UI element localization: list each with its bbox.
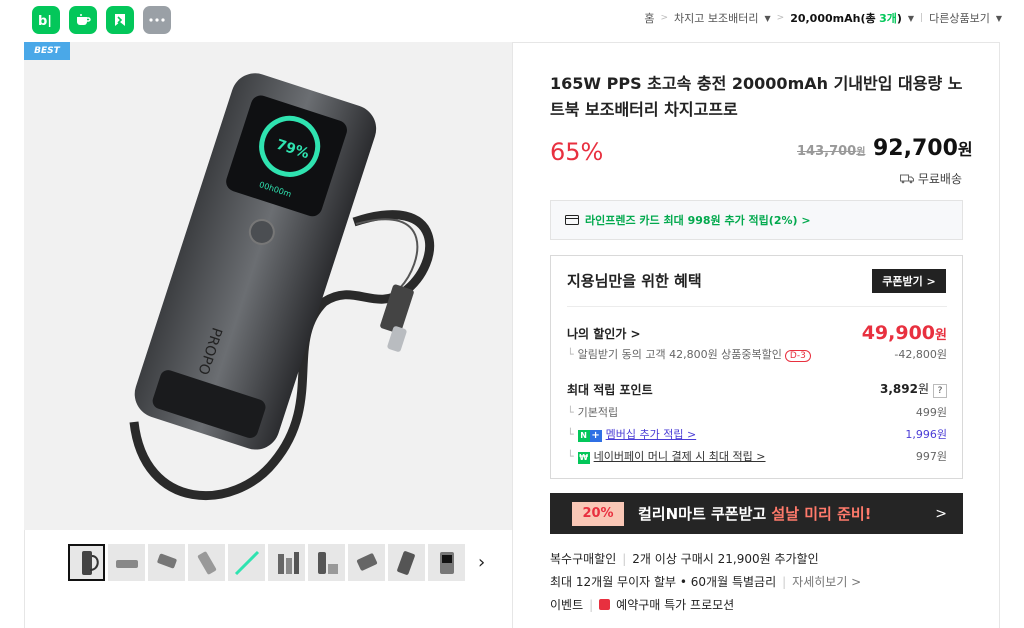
discount-rate: 65% [550, 138, 604, 166]
naver-pay-icon: ₩ [577, 452, 590, 464]
banner-percent: 20% [572, 501, 624, 526]
npay-points-row: └ ₩ 네이버페이 머니 결제 시 최대 적립 > 997원 [567, 450, 947, 464]
product-title: 165W PPS 초고속 충전 20000mAh 기내반입 대용량 노트북 보조… [550, 74, 963, 119]
plus-icon: + [589, 430, 602, 442]
multi-purchase-row: 복수구매할인 | 2개 이상 구매시 21,900원 추가할인 [550, 551, 819, 567]
membership-link[interactable]: 멤버십 추가 적립 > [606, 428, 697, 441]
gift-icon [599, 599, 611, 610]
thumbnail-6[interactable] [268, 544, 305, 581]
thumbnail-4[interactable] [188, 544, 225, 581]
breadcrumb-category[interactable]: 차지고 보조배터리 [674, 10, 758, 26]
credit-card-icon [565, 215, 579, 225]
shipping-info: 무료배송 [899, 170, 962, 187]
membership-points-row: └ N + 멤버십 추가 적립 > 1,996원 [567, 428, 947, 442]
bookmark-app-icon[interactable] [106, 6, 134, 34]
details-link[interactable]: 자세히보기 > [792, 573, 861, 590]
cafe-app-icon[interactable] [69, 6, 97, 34]
divider: | [920, 13, 924, 23]
help-icon[interactable]: ? [933, 384, 947, 398]
thumbnail-10[interactable] [428, 544, 465, 581]
get-coupon-button[interactable]: 쿠폰받기 > [872, 269, 946, 293]
promo-banner[interactable]: 20% 컬리N마트 쿠폰받고 설날 미리 준비! > [550, 493, 963, 534]
original-price: 143,700원 [797, 144, 866, 159]
caret-down-icon[interactable]: ▼ [764, 14, 770, 23]
thumbnail-3[interactable] [148, 544, 185, 581]
event-row: 이벤트 | 예약구매 특가 프로모션 [550, 597, 735, 613]
product-main-image[interactable]: 79% 00h00m PROPO [24, 42, 512, 530]
chevron-right-icon: > [935, 505, 947, 522]
my-price-label[interactable]: 나의 할인가 > [567, 325, 641, 342]
d-day-badge: D-3 [784, 350, 811, 362]
card-promo[interactable]: 라인프렌즈 카드 최대 998원 추가 적립(2%) > [550, 200, 963, 240]
basic-points-row: └ 기본적립 499원 [567, 406, 947, 419]
alarm-discount-row: └ 알림받기 동의 고객 42,800원 상품중복할인 D-3 -42,800원 [567, 348, 947, 362]
banner-text: 컬리N마트 쿠폰받고 설날 미리 준비! [638, 505, 872, 523]
thumbnail-2[interactable] [108, 544, 145, 581]
chevron-right-icon: > [776, 13, 785, 23]
caret-down-icon[interactable]: ▼ [908, 14, 914, 23]
divider [567, 306, 947, 307]
svg-text:b|: b| [38, 14, 52, 27]
points-row: 최대 적립 포인트 3,892원? [567, 380, 947, 398]
chevron-right-icon[interactable]: › [478, 552, 485, 573]
breadcrumb-capacity[interactable]: 20,000mAh(총 3개) [790, 10, 902, 26]
breadcrumb-other-products[interactable]: 다른상품보기 [929, 10, 990, 26]
best-badge: BEST [24, 42, 70, 60]
installment-row: 최대 12개월 무이자 할부 • 60개월 특별금리 | 자세히보기 > [550, 573, 862, 590]
my-price: 49,900원 [861, 322, 947, 344]
chevron-right-icon: > [660, 13, 669, 23]
blog-app-icon[interactable]: b| [32, 6, 60, 34]
naver-n-icon: N [577, 430, 590, 442]
thumbnail-5[interactable] [228, 544, 265, 581]
my-price-row: 나의 할인가 > 49,900원 [567, 322, 947, 344]
npay-link[interactable]: 네이버페이 머니 결제 시 최대 적립 > [594, 450, 766, 463]
benefit-box: 지용님만을 위한 혜택 쿠폰받기 > 나의 할인가 > 49,900원 └ 알림받… [550, 255, 963, 479]
caret-down-icon[interactable]: ▼ [996, 14, 1002, 23]
benefit-heading: 지용님만을 위한 혜택 [567, 272, 702, 290]
more-apps-icon[interactable] [143, 6, 171, 34]
alarm-amount: -42,800원 [894, 348, 947, 361]
breadcrumb-home[interactable]: 홈 [644, 10, 654, 26]
sale-price: 92,700원 [873, 136, 973, 161]
thumbnail-9[interactable] [388, 544, 425, 581]
top-bar: b| 홈 > 차지고 보조배터리 ▼ > 20,000mAh(총 3개) ▼ |… [0, 0, 1024, 40]
truck-icon [899, 174, 914, 183]
thumbnail-7[interactable] [308, 544, 345, 581]
thumbnail-strip [68, 544, 465, 581]
thumbnail-8[interactable] [348, 544, 385, 581]
thumbnail-1[interactable] [68, 544, 105, 581]
breadcrumb: 홈 > 차지고 보조배터리 ▼ > 20,000mAh(총 3개) ▼ | 다른… [644, 10, 1002, 26]
